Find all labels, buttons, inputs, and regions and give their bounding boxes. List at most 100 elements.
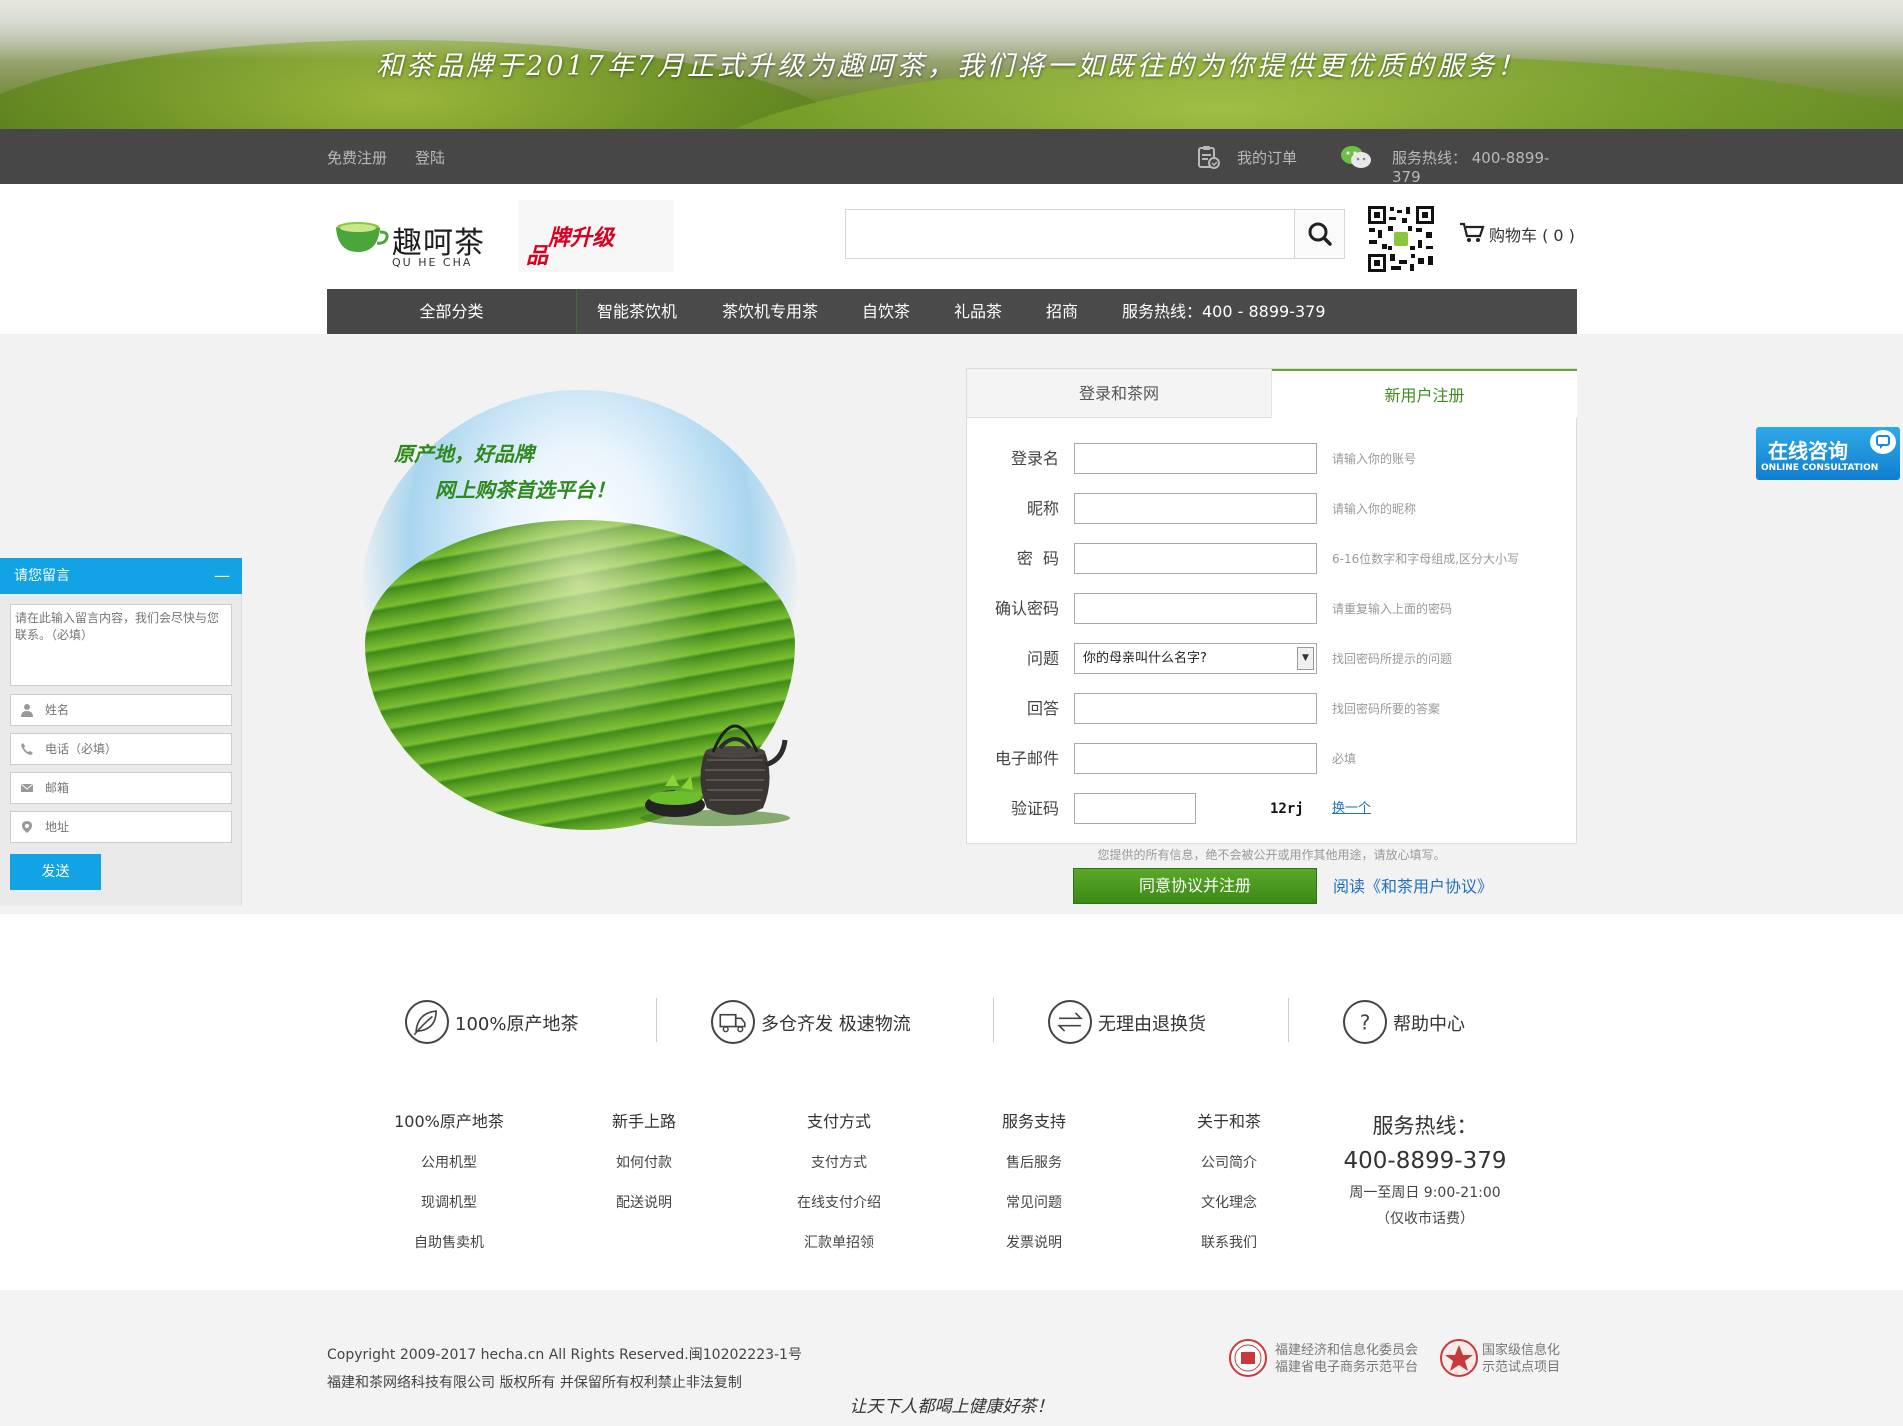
message-email-field	[10, 772, 232, 804]
footer-column: 新手上路 如何付款 配送说明	[564, 1108, 724, 1212]
register-submit-button[interactable]: 同意协议并注册	[1073, 868, 1317, 904]
nav-item[interactable]: 礼品茶	[954, 289, 1002, 334]
form-row-password: 密 码 6-16位数字和字母组成,区分大小写	[967, 543, 1576, 575]
footer-column-title: 关于和茶	[1196, 1112, 1261, 1131]
field-hint: 请输入你的账号	[1332, 452, 1417, 466]
footer-link[interactable]: 支付方式	[759, 1152, 919, 1172]
chevron-down-icon: ▼	[1297, 647, 1314, 670]
seal-text[interactable]: 福建经济和信息化委员会 福建省电子商务示范平台	[1275, 1342, 1418, 1376]
footer-link[interactable]: 自助售卖机	[369, 1232, 529, 1252]
form-row-answer: 回答 找回密码所要的答案	[967, 693, 1576, 725]
site-logo[interactable]: 趣呵茶 QU HE CHA	[334, 210, 504, 270]
footer-link[interactable]: 汇款单招领	[759, 1232, 919, 1252]
footer-link[interactable]: 联系我们	[1149, 1232, 1309, 1252]
tab-login[interactable]: 登录和茶网	[967, 369, 1272, 418]
field-hint: 请重复输入上面的密码	[1332, 602, 1453, 616]
field-hint: 请输入你的昵称	[1332, 502, 1417, 516]
field-label: 电子邮件	[994, 749, 1059, 768]
nav-item[interactable]: 智能茶饮机	[597, 289, 677, 334]
chat-bubble-icon	[1870, 430, 1896, 454]
nav-all-categories[interactable]: 全部分类	[327, 289, 577, 334]
nav-item[interactable]: 茶饮机专用茶	[722, 289, 818, 334]
send-button[interactable]: 发送	[10, 854, 101, 890]
email-input[interactable]	[1074, 743, 1317, 774]
username-input[interactable]	[1074, 443, 1317, 474]
register-form: 登录和茶网 新用户注册 登录名 请输入你的账号 昵称 请输入你的昵称 密 码 6…	[966, 368, 1577, 844]
message-name-field	[10, 694, 232, 726]
copyright-text: Copyright 2009-2017 hecha.cn All Rights …	[327, 1347, 802, 1363]
feature-divider	[993, 998, 994, 1042]
form-row-question: 问题 你的母亲叫什么名字? ▼ 找回密码所提示的问题	[967, 643, 1576, 675]
captcha-image[interactable]: 12rj	[1270, 793, 1304, 825]
footer-link[interactable]: 常见问题	[954, 1192, 1114, 1212]
top-banner: 和茶品牌于2017年7月正式升级为趣呵茶，我们将一如既往的为你提供更优质的服务！	[0, 0, 1903, 129]
seal-text-line: 示范试点项目	[1482, 1360, 1561, 1375]
seal-text-line: 福建经济和信息化委员会	[1275, 1343, 1419, 1358]
footer-column: 服务支持 售后服务 常见问题 发票说明	[954, 1108, 1114, 1252]
nickname-input[interactable]	[1074, 493, 1317, 524]
hotline-note: （仅收市话费）	[1376, 1211, 1474, 1227]
footer-link[interactable]: 售后服务	[954, 1152, 1114, 1172]
footer-link[interactable]: 公司简介	[1149, 1152, 1309, 1172]
footer-link[interactable]: 现调机型	[369, 1192, 529, 1212]
message-phone-field	[10, 733, 232, 765]
footer-column-title: 服务支持	[1001, 1112, 1066, 1131]
cart-label: 购物车 ( 0 )	[1489, 226, 1575, 245]
message-header: 请您留言 —	[0, 558, 242, 594]
nav-item[interactable]: 自饮茶	[862, 289, 910, 334]
copyright-block: Copyright 2009-2017 hecha.cn All Rights …	[327, 1341, 802, 1397]
online-consult-button[interactable]: 在线咨询 ONLINE CONSULTATION	[1756, 427, 1900, 480]
field-label: 确认密码	[994, 599, 1059, 618]
seal-icon[interactable]	[1440, 1339, 1478, 1377]
seal-icon[interactable]	[1229, 1339, 1267, 1377]
address-input[interactable]	[45, 812, 225, 842]
cart-link[interactable]: 购物车 ( 0 )	[1459, 222, 1575, 246]
search-button[interactable]	[1294, 210, 1344, 258]
search-input[interactable]	[846, 210, 1294, 258]
form-row-nickname: 昵称 请输入你的昵称	[967, 493, 1576, 525]
exchange-icon	[1048, 1000, 1092, 1044]
promo-line2: 网上购茶首选平台！	[435, 478, 615, 502]
phone-input[interactable]	[45, 734, 225, 764]
answer-input[interactable]	[1074, 693, 1317, 724]
password-input[interactable]	[1074, 543, 1317, 574]
login-link[interactable]: 登陆	[415, 147, 445, 168]
footer-link[interactable]: 文化理念	[1149, 1192, 1309, 1212]
field-label: 密 码	[1016, 549, 1059, 568]
privacy-note: 您提供的所有信息，绝不会被公开或用作其他用途，请放心填写。	[1097, 848, 1446, 862]
seal-text[interactable]: 国家级信息化 示范试点项目	[1482, 1342, 1560, 1376]
nav-item-hotline: 服务热线：400 - 8899-379	[1122, 302, 1326, 321]
select-value: 你的母亲叫什么名字?	[1083, 651, 1207, 666]
confirm-password-input[interactable]	[1074, 593, 1317, 624]
user-agreement-link[interactable]: 阅读《和茶用户协议》	[1333, 873, 1493, 897]
footer-column-title: 新手上路	[611, 1112, 676, 1131]
name-input[interactable]	[45, 695, 225, 725]
email-input[interactable]	[45, 773, 225, 803]
minimize-icon[interactable]: —	[214, 558, 230, 594]
brand-upgrade-badge: 牌升级 品	[518, 200, 674, 272]
footer-hotline: 服务热线： 400-8899-379 周一至周日 9:00-21:00 （仅收市…	[1330, 1110, 1520, 1228]
feature-label: 无理由退换货	[1098, 1014, 1206, 1035]
security-question-select[interactable]: 你的母亲叫什么名字? ▼	[1074, 643, 1317, 674]
tab-register[interactable]: 新用户注册	[1272, 369, 1577, 418]
nav-item[interactable]: 招商	[1046, 289, 1078, 334]
field-hint: 必填	[1332, 752, 1357, 766]
refresh-captcha-link[interactable]: 换一个	[1332, 793, 1371, 825]
form-row-confirm-password: 确认密码 请重复输入上面的密码	[967, 593, 1576, 625]
footer-link[interactable]: 如何付款	[564, 1152, 724, 1172]
my-orders-link[interactable]: 我的订单	[1237, 147, 1297, 168]
message-title: 请您留言	[14, 568, 70, 584]
feature-label: 100%原产地茶	[455, 1014, 579, 1035]
field-hint: 找回密码所提示的问题	[1332, 652, 1453, 666]
footer-link[interactable]: 发票说明	[954, 1232, 1114, 1252]
message-content-input[interactable]	[10, 604, 232, 686]
footer-link[interactable]: 在线支付介绍	[759, 1192, 919, 1212]
footer-column-title: 支付方式	[806, 1112, 871, 1131]
register-link[interactable]: 免费注册	[327, 147, 387, 168]
footer-link[interactable]: 配送说明	[564, 1192, 724, 1212]
footer-link[interactable]: 公用机型	[369, 1152, 529, 1172]
leave-message-widget: 请您留言 — 发送	[0, 558, 242, 906]
captcha-input[interactable]	[1074, 793, 1196, 824]
wechat-icon[interactable]	[1339, 144, 1373, 170]
search-icon	[1308, 222, 1332, 246]
